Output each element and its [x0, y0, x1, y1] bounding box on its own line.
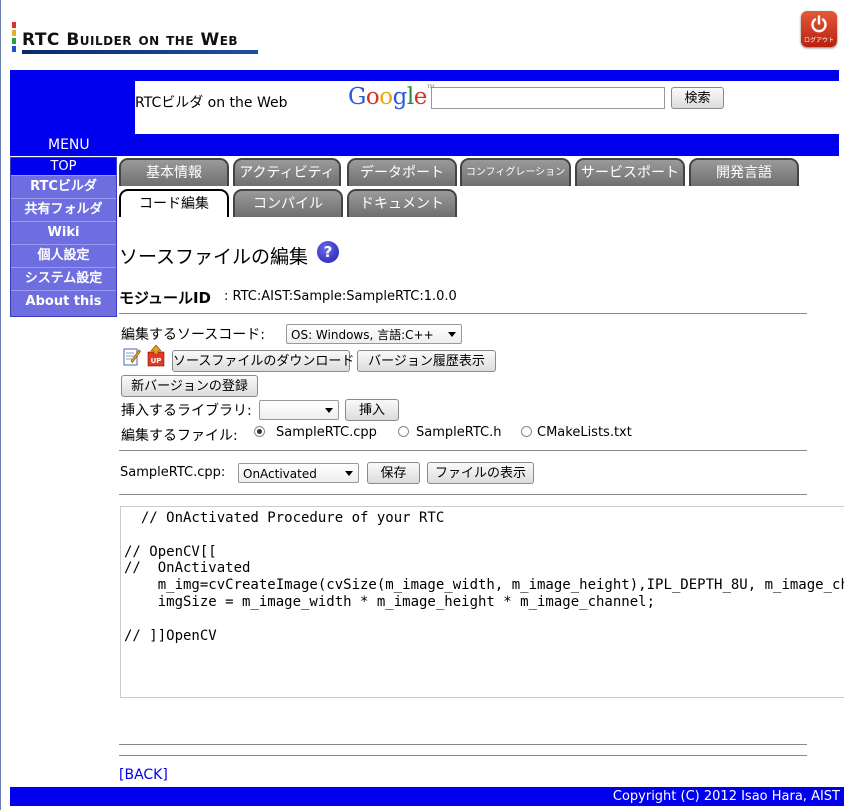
upload-file-icon[interactable]: UP: [147, 345, 165, 367]
divider: [119, 744, 807, 745]
svg-text:UP: UP: [151, 357, 162, 365]
site-name: RTCビルダ on the Web: [135, 95, 288, 111]
sidebar-item-about[interactable]: About this: [11, 291, 116, 313]
edit-file-label: 編集するファイル:: [121, 428, 238, 444]
save-button[interactable]: 保存: [367, 462, 420, 484]
divider: [119, 313, 807, 314]
help-icon[interactable]: ?: [317, 241, 339, 263]
sidebar-item-top[interactable]: TOP: [11, 158, 116, 176]
tab-language[interactable]: 開発言語: [689, 158, 799, 186]
register-version-button[interactable]: 新バージョンの登録: [121, 375, 258, 397]
search-input[interactable]: [431, 87, 665, 109]
function-select[interactable]: OnActivated: [238, 463, 359, 483]
chevron-down-icon: [345, 471, 353, 476]
download-source-button[interactable]: ソースファイルのダウンロード: [172, 350, 354, 372]
sidebar-item-wiki[interactable]: Wiki: [11, 222, 116, 245]
page-title: ソースファイルの編集: [119, 246, 309, 268]
module-id-value: : RTC:AIST:Sample:SampleRTC:1.0.0: [224, 289, 457, 304]
sidebar-item-system-settings[interactable]: システム設定: [11, 268, 116, 291]
power-icon: [811, 15, 827, 33]
source-code-select[interactable]: OS: Windows, 言語:C++: [286, 324, 462, 344]
search-button[interactable]: 検索: [671, 87, 724, 109]
sidebar-item-shared-folder[interactable]: 共有フォルダ: [11, 199, 116, 222]
chevron-down-icon: [448, 332, 456, 337]
google-logo: GoogleTM: [348, 84, 435, 110]
tab-compile[interactable]: コンパイル: [233, 189, 343, 217]
logo-underline: [22, 50, 258, 54]
divider: [119, 494, 807, 495]
insert-button[interactable]: 挿入: [345, 399, 399, 421]
sidebar-item-personal-settings[interactable]: 個人設定: [11, 245, 116, 268]
tab-basic-info[interactable]: 基本情報: [119, 158, 229, 186]
radio-file-cpp-label[interactable]: SampleRTC.cpp: [276, 425, 377, 440]
tab-data-port[interactable]: データポート: [347, 158, 457, 186]
source-code-label: 編集するソースコード:: [121, 327, 266, 343]
radio-file-h-label[interactable]: SampleRTC.h: [416, 425, 501, 440]
menu-label: MENU: [48, 137, 90, 153]
chevron-down-icon: [325, 408, 333, 413]
editor-file-label: SampleRTC.cpp:: [120, 465, 226, 480]
divider: [119, 450, 807, 451]
version-history-button[interactable]: バージョン履歴表示: [357, 350, 496, 372]
source-code-select-value: OS: Windows, 言語:C++: [291, 328, 434, 342]
library-select[interactable]: [259, 400, 339, 420]
tab-code-edit[interactable]: コード編集: [119, 189, 229, 217]
module-id-label: モジュールID: [119, 289, 211, 307]
sidebar-item-rtc-builder[interactable]: RTCビルダ: [11, 176, 116, 199]
show-file-button[interactable]: ファイルの表示: [427, 462, 534, 484]
tab-activity[interactable]: アクティビティ: [233, 158, 341, 186]
radio-file-cmake[interactable]: [521, 426, 532, 437]
radio-file-h[interactable]: [398, 426, 409, 437]
logout-button[interactable]: ログアウト: [801, 11, 837, 47]
edit-file-icon[interactable]: [123, 347, 141, 366]
back-link[interactable]: [BACK]: [119, 767, 168, 783]
function-select-value: OnActivated: [243, 467, 317, 481]
library-label: 挿入するライブラリ:: [121, 403, 252, 419]
radio-file-cmake-label[interactable]: CMakeLists.txt: [537, 425, 632, 440]
tab-service-port[interactable]: サービスポート: [575, 158, 685, 186]
tab-document[interactable]: ドキュメント: [347, 189, 457, 217]
logo-text: RTC Builder on the Web: [22, 30, 239, 50]
sidebar-menu: TOP RTCビルダ 共有フォルダ Wiki 個人設定 システム設定 About…: [10, 157, 117, 317]
divider: [119, 755, 807, 756]
footer-copyright: Copyright (C) 2012 Isao Hara, AIST: [10, 787, 844, 806]
tab-configuration[interactable]: コンフィグレーション: [460, 158, 571, 186]
code-editor[interactable]: // OnActivated Procedure of your RTC // …: [120, 506, 844, 698]
code-editor-content[interactable]: // OnActivated Procedure of your RTC // …: [121, 507, 844, 644]
left-border: [0, 0, 1, 810]
logo-mark: [12, 22, 18, 52]
radio-file-cpp[interactable]: [254, 426, 265, 437]
logout-label: ログアウト: [803, 37, 834, 44]
